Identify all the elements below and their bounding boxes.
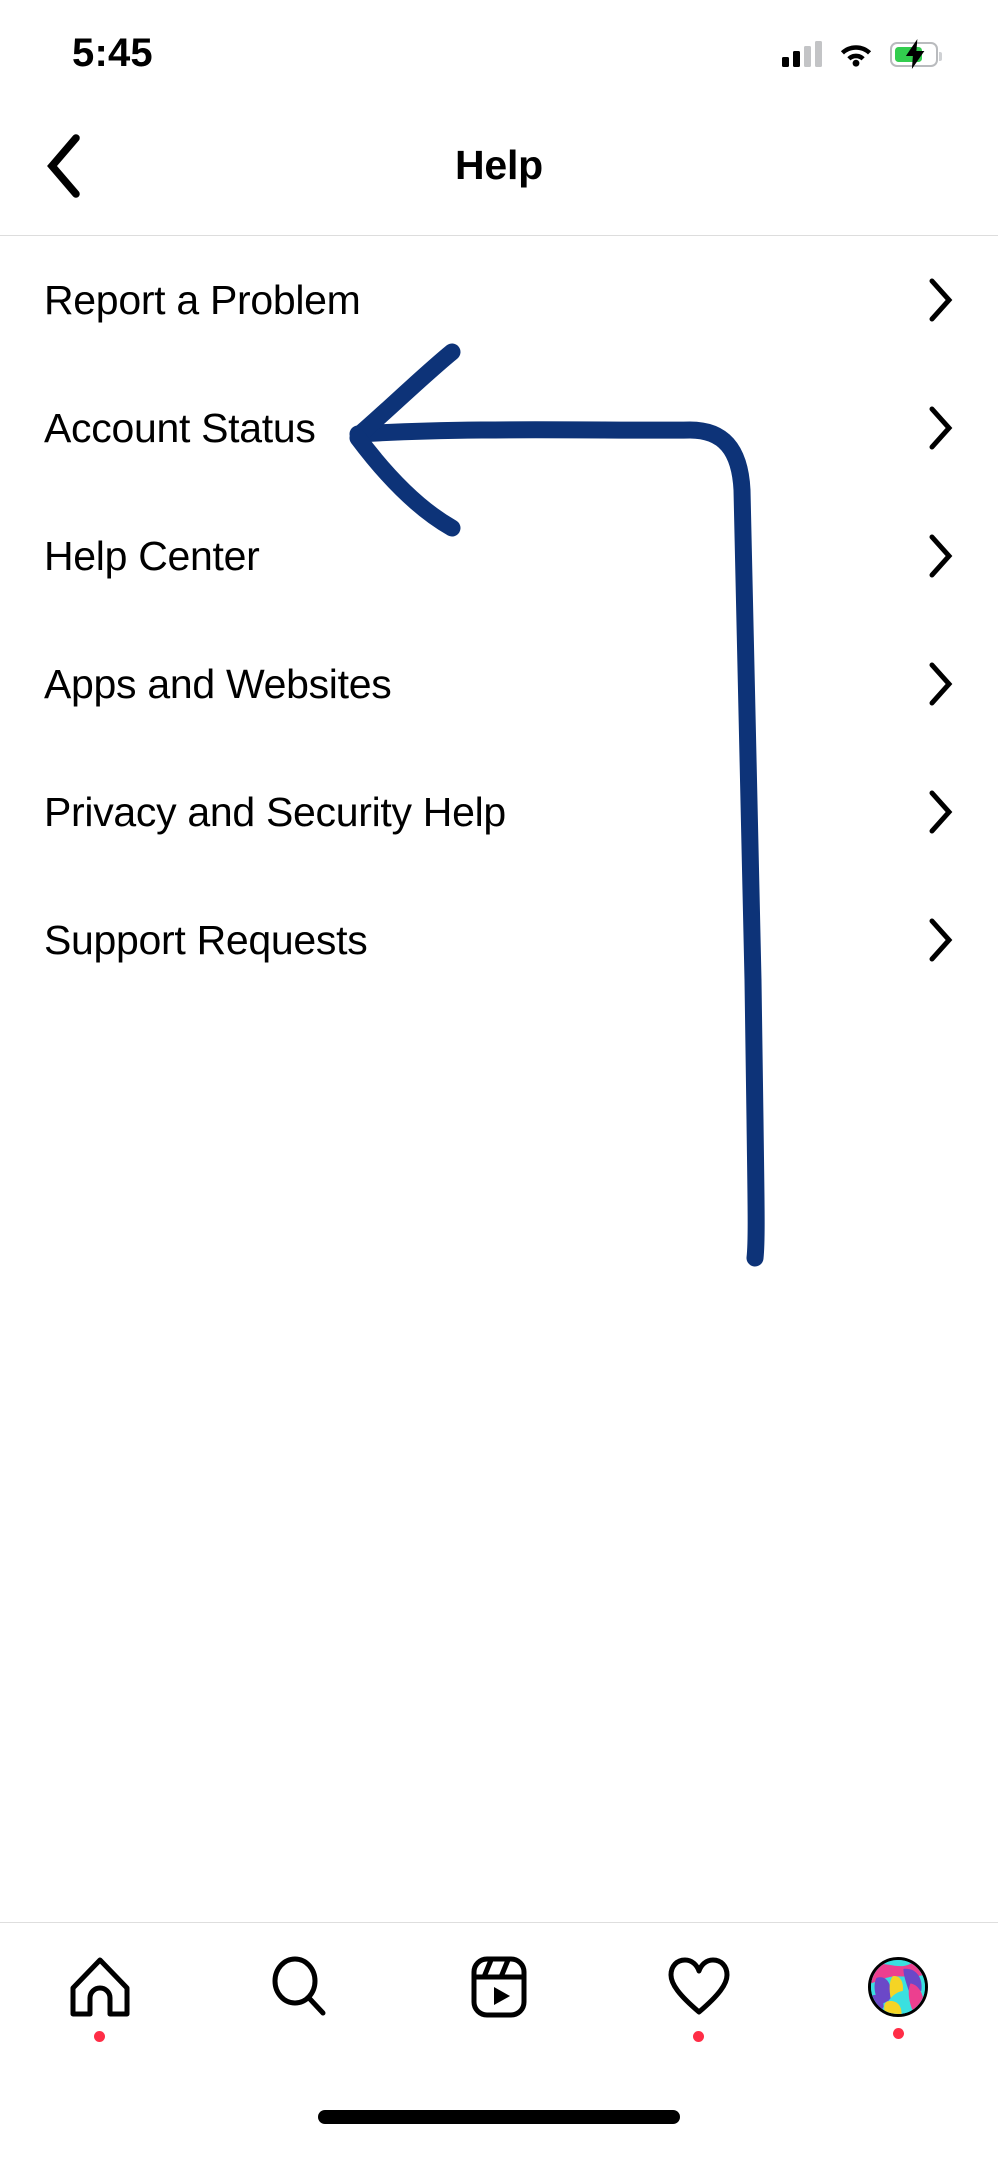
- chevron-right-icon: [929, 534, 953, 578]
- status-bar-indicators: [782, 39, 942, 69]
- home-badge-dot: [94, 2030, 106, 2042]
- menu-item-label: Apps and Websites: [44, 660, 392, 707]
- nav-header: Help: [0, 96, 998, 236]
- menu-item-apps-and-websites[interactable]: Apps and Websites: [0, 620, 998, 748]
- activity-badge-dot: [693, 2030, 705, 2042]
- chevron-right-icon: [929, 790, 953, 834]
- bottom-tab-bar: [0, 1922, 998, 2072]
- home-icon: [67, 1954, 133, 2020]
- tab-home[interactable]: [0, 1923, 200, 2073]
- menu-item-support-requests[interactable]: Support Requests: [0, 876, 998, 1004]
- charging-bolt-icon: [905, 39, 925, 69]
- menu-item-account-status[interactable]: Account Status: [0, 364, 998, 492]
- cellular-signal-icon: [782, 41, 822, 67]
- home-indicator-bar[interactable]: [318, 2110, 680, 2124]
- status-bar: 5:45: [0, 0, 998, 96]
- menu-item-label: Support Requests: [44, 916, 368, 963]
- tab-search[interactable]: [200, 1923, 400, 2073]
- wifi-icon: [840, 45, 872, 67]
- tab-profile[interactable]: [798, 1923, 998, 2073]
- menu-item-label: Help Center: [44, 532, 260, 579]
- status-bar-time: 5:45: [72, 30, 153, 75]
- search-icon: [268, 1954, 330, 2020]
- heart-icon: [667, 1954, 731, 2020]
- avatar: [868, 1956, 929, 2017]
- profile-badge-dot: [892, 2027, 904, 2039]
- tab-activity[interactable]: [599, 1923, 799, 2073]
- page-title: Help: [454, 142, 544, 188]
- back-button[interactable]: [30, 131, 100, 201]
- reels-icon: [470, 1954, 528, 2020]
- menu-item-label: Account Status: [44, 404, 316, 451]
- menu-item-report-a-problem[interactable]: Report a Problem: [0, 236, 998, 364]
- battery-charging-icon: [890, 39, 942, 69]
- help-menu-list: Report a Problem Account Status Help Cen…: [0, 236, 998, 1004]
- menu-item-help-center[interactable]: Help Center: [0, 492, 998, 620]
- chevron-right-icon: [929, 662, 953, 706]
- chevron-right-icon: [929, 918, 953, 962]
- menu-item-label: Privacy and Security Help: [44, 788, 506, 835]
- tab-reels[interactable]: [399, 1923, 599, 2073]
- menu-item-privacy-and-security-help[interactable]: Privacy and Security Help: [0, 748, 998, 876]
- chevron-left-icon: [47, 133, 80, 198]
- phone-screen: 5:45 Help Report a Problem Account Statu…: [0, 0, 998, 2160]
- chevron-right-icon: [929, 406, 953, 450]
- menu-item-label: Report a Problem: [44, 276, 361, 323]
- chevron-right-icon: [929, 278, 953, 322]
